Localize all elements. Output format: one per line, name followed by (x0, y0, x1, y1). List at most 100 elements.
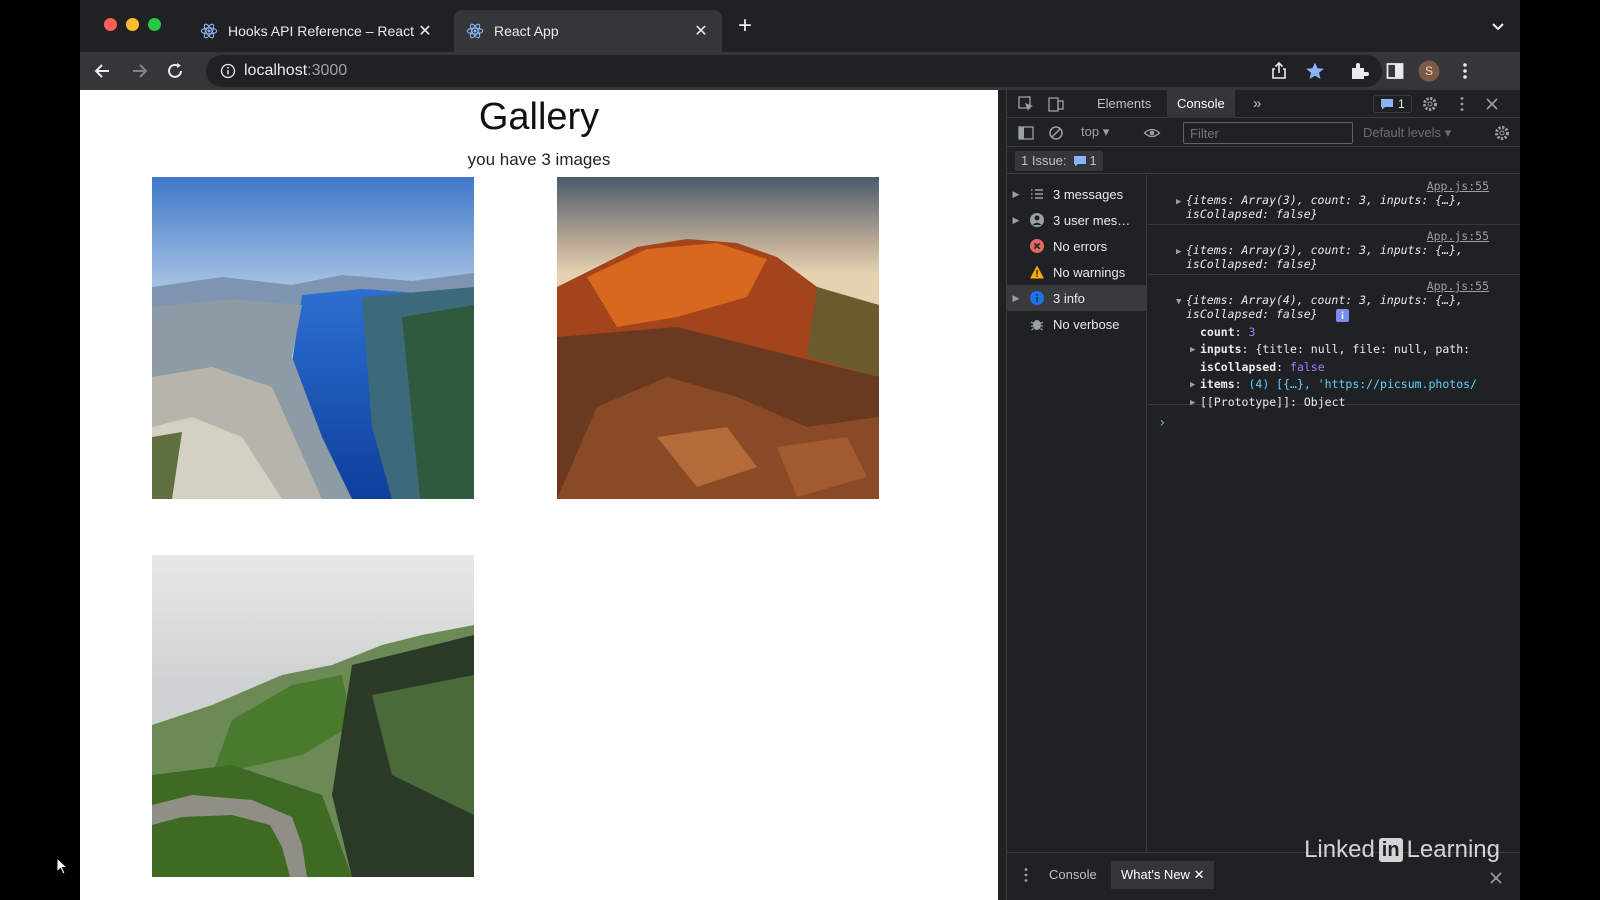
issues-label: 1 Issue: (1021, 153, 1067, 168)
reload-icon[interactable] (164, 60, 186, 82)
forward-icon[interactable] (128, 60, 150, 82)
console-prompt-icon[interactable]: › (1158, 415, 1166, 431)
expand-arrow-icon[interactable]: ▶ (1176, 247, 1181, 257)
canyon-sunset-photo (557, 177, 879, 499)
tab-console[interactable]: Console (1167, 90, 1235, 118)
prop-inputs[interactable]: inputs: {title: null, file: null, path: (1200, 342, 1470, 356)
maximize-window-button[interactable] (148, 18, 161, 31)
sidebar-item-label: No errors (1053, 238, 1108, 254)
sidebar-item-label: 3 info (1053, 290, 1085, 306)
sidebar-item-user-messages[interactable]: ▶ 3 user mes… (1007, 207, 1146, 233)
address-bar[interactable]: localhost:3000 (206, 55, 1382, 87)
drawer-tab-console[interactable]: Console (1039, 861, 1107, 889)
sidebar-toggle-icon[interactable] (1017, 124, 1035, 142)
device-toolbar-icon[interactable] (1047, 95, 1065, 113)
sidebar-item-info[interactable]: ▶ 3 info (1007, 285, 1146, 311)
issues-badge[interactable]: 1 (1373, 95, 1412, 113)
sidebar-item-label: 3 messages (1053, 186, 1124, 202)
green-valley-road-photo (152, 555, 474, 877)
expand-arrow-icon[interactable]: ▶ (1176, 197, 1181, 207)
console-settings-gear-icon[interactable] (1493, 124, 1511, 142)
tab-hooks-api-reference[interactable]: Hooks API Reference – React ✕ (188, 10, 446, 52)
share-icon[interactable] (1268, 60, 1290, 82)
close-window-button[interactable] (104, 18, 117, 31)
info-icon (1030, 291, 1044, 305)
prop-prototype[interactable]: [[Prototype]]: Object (1200, 395, 1345, 409)
browser-toolbar: localhost:3000 S (80, 52, 1520, 90)
close-drawer-icon[interactable] (1487, 869, 1505, 887)
console-message-expanded[interactable]: App.js:55 ▼ {items: Array(4), count: 3, … (1148, 275, 1520, 409)
message-icon (1381, 99, 1393, 110)
source-link[interactable]: App.js:55 (1427, 279, 1489, 293)
collapse-arrow-icon[interactable]: ▼ (1176, 297, 1181, 307)
inspect-element-icon[interactable] (1017, 95, 1035, 113)
more-panels-icon[interactable]: » (1243, 90, 1271, 118)
expand-arrow-icon[interactable]: ▶ (1190, 380, 1195, 390)
source-link[interactable]: App.js:55 (1427, 229, 1489, 243)
sidebar-item-warnings[interactable]: No warnings (1007, 259, 1146, 285)
tab-react-app[interactable]: React App ✕ (454, 10, 722, 52)
user-icon (1030, 213, 1044, 227)
watermark-text-left: Linked (1304, 836, 1375, 863)
log-levels-dropdown[interactable]: Default levels ▾ (1363, 125, 1451, 141)
issues-link[interactable]: 1 Issue: 1 (1015, 151, 1103, 171)
minimize-window-button[interactable] (126, 18, 139, 31)
console-message[interactable]: App.js:55 ▶ {items: Array(3), count: 3, … (1148, 225, 1520, 275)
close-tab-icon[interactable]: ✕ (416, 21, 434, 41)
issues-row: 1 Issue: 1 (1007, 148, 1520, 174)
prop-key: count (1200, 325, 1235, 339)
fjord-photo (152, 177, 474, 499)
browser-window: Hooks API Reference – React ✕ React App … (80, 0, 1520, 900)
log-summary: {items: Array(3), count: 3, inputs: {…}, (1186, 193, 1463, 207)
settings-gear-icon[interactable] (1421, 95, 1439, 113)
clear-console-icon[interactable] (1047, 124, 1065, 142)
prop-value: (4) [{…}, 'https://picsum.photos/ (1248, 377, 1477, 391)
evaluated-info-icon[interactable] (1336, 309, 1349, 322)
close-tab-icon[interactable]: ✕ (692, 21, 710, 41)
linkedin-logo: in (1378, 838, 1403, 862)
back-icon[interactable] (92, 60, 114, 82)
close-drawer-tab-icon[interactable]: ✕ (1194, 867, 1205, 882)
log-summary: {items: Array(3), count: 3, inputs: {…}, (1186, 243, 1463, 257)
sidebar-item-label: No verbose (1053, 316, 1120, 332)
console-filter-input[interactable] (1183, 122, 1353, 144)
new-tab-button[interactable]: + (734, 14, 756, 38)
browser-menu-icon[interactable] (1454, 60, 1476, 82)
sidebar-item-verbose[interactable]: No verbose (1007, 311, 1146, 337)
devtools-menu-icon[interactable] (1453, 95, 1471, 113)
expand-arrow-icon[interactable]: ▶ (1007, 189, 1025, 200)
site-info-icon[interactable] (220, 63, 236, 79)
expand-arrow-icon[interactable]: ▶ (1190, 345, 1195, 355)
log-summary-continued: isCollapsed: false} (1186, 307, 1318, 321)
live-expression-eye-icon[interactable] (1143, 124, 1161, 142)
prop-key: items (1200, 377, 1235, 391)
bookmark-star-icon[interactable] (1304, 60, 1326, 82)
drawer-tab-whats-new[interactable]: What's New ✕ (1111, 861, 1215, 889)
devtools-panel: Elements Console » 1 top ▾ Filter Defaul… (1006, 90, 1520, 900)
console-message[interactable]: App.js:55 ▶ {items: Array(3), count: 3, … (1148, 175, 1520, 225)
tab-title: React App (494, 23, 559, 39)
prop-items[interactable]: items: (4) [{…}, 'https://picsum.photos/ (1200, 377, 1477, 391)
sidebar-item-label: No warnings (1053, 264, 1126, 280)
context-value: top (1081, 124, 1100, 139)
tab-search-chevron-icon[interactable] (1490, 18, 1506, 34)
error-icon (1030, 239, 1044, 253)
expand-arrow-icon[interactable]: ▶ (1190, 398, 1195, 408)
tab-elements[interactable]: Elements (1087, 90, 1161, 118)
close-devtools-icon[interactable] (1483, 95, 1501, 113)
warning-icon (1030, 265, 1044, 279)
drawer-menu-icon[interactable] (1017, 866, 1035, 884)
extensions-icon[interactable] (1348, 60, 1370, 82)
prop-value: 3 (1248, 325, 1256, 339)
mouse-cursor-icon (56, 857, 68, 875)
context-selector[interactable]: top ▾ (1081, 124, 1109, 140)
source-link[interactable]: App.js:55 (1427, 179, 1489, 193)
side-panel-icon[interactable] (1384, 60, 1406, 82)
sidebar-item-label: 3 user mes… (1053, 212, 1131, 228)
expand-arrow-icon[interactable]: ▶ (1007, 215, 1025, 226)
sidebar-item-errors[interactable]: No errors (1007, 233, 1146, 259)
profile-avatar[interactable]: S (1418, 60, 1440, 82)
prop-is-collapsed: isCollapsed: false (1200, 360, 1325, 374)
expand-arrow-icon[interactable]: ▶ (1007, 293, 1025, 304)
sidebar-item-messages[interactable]: ▶ 3 messages (1007, 181, 1146, 207)
